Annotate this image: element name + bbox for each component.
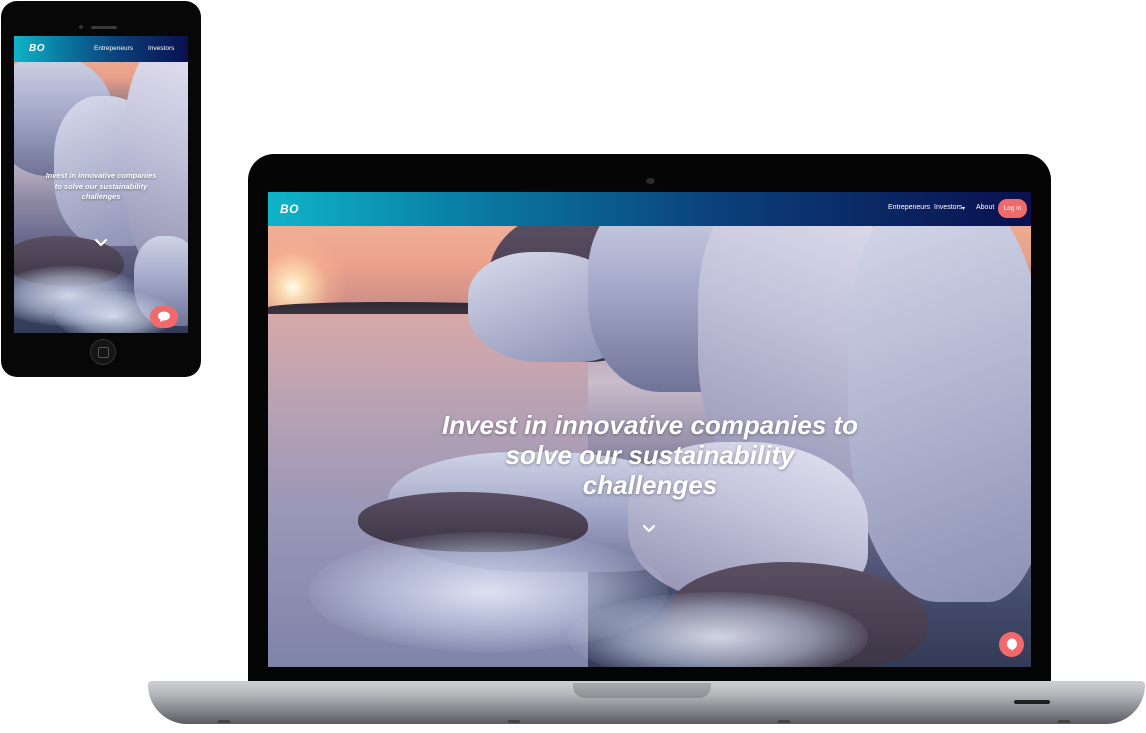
phone-mockup: BO Entrepeneurs Investors Invest in inno… [1,1,201,377]
laptop-foot [508,720,520,723]
nav-entrepreneurs-link[interactable]: Entrepeneurs [94,45,133,52]
caret-down-icon[interactable]: ▾ [962,205,965,212]
home-button-square [98,347,109,358]
nav-entrepreneurs-link[interactable]: Entrepeneurs [888,204,930,211]
laptop-base [148,681,1145,724]
phone-camera [79,25,83,29]
laptop-screen: BO Entrepeneurs Investors ▾ About Log in… [268,192,1031,667]
laptop-mockup: BO Entrepeneurs Investors ▾ About Log in… [248,154,1051,684]
chat-bubble-icon [1006,638,1017,651]
nav-about-link[interactable]: About [976,204,994,211]
laptop-foot [1058,720,1070,723]
hero-headline: Invest in innovative companies to solve … [45,171,157,201]
laptop-navbar: BO Entrepeneurs Investors ▾ About Log in [268,192,1031,226]
logo[interactable]: BO [29,43,45,54]
chat-button[interactable] [999,632,1024,657]
chevron-down-icon[interactable] [94,238,108,248]
laptop-foot [778,720,790,723]
login-button[interactable]: Log in [998,199,1027,218]
phone-speaker [91,26,117,29]
laptop-port [1014,700,1050,704]
phone-home-button[interactable] [90,339,116,365]
chevron-down-icon[interactable] [642,524,656,534]
phone-navbar: BO Entrepeneurs Investors [14,36,188,62]
chat-bubble-icon [158,311,170,322]
logo[interactable]: BO [280,202,299,216]
laptop-opening-notch [573,683,711,698]
phone-screen: BO Entrepeneurs Investors Invest in inno… [14,36,188,333]
nav-investors-link[interactable]: Investors [934,204,962,211]
hero-headline: Invest in innovative companies to solve … [441,410,859,500]
chat-button[interactable] [150,306,178,328]
nav-investors-link[interactable]: Investors [148,45,174,52]
laptop-foot [218,720,230,723]
ice-formation [848,192,1031,602]
laptop-camera [646,178,655,184]
